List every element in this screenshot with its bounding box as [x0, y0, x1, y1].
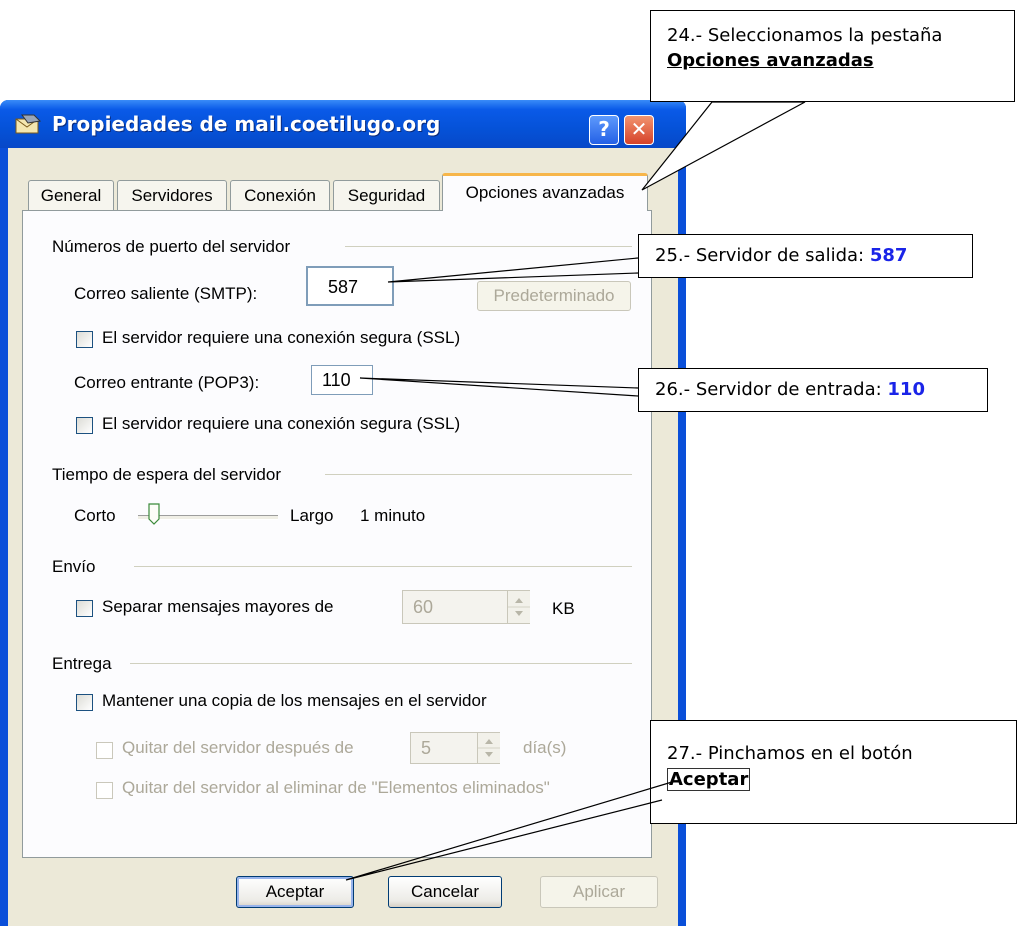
tab-conexion[interactable]: Conexión	[230, 180, 330, 210]
smtp-label: Correo saliente (SMTP):	[74, 284, 258, 303]
callout-step-26: 26.- Servidor de entrada: 110	[638, 368, 988, 412]
ports-separator	[345, 246, 632, 247]
ok-button[interactable]: Aceptar	[236, 876, 354, 908]
mail-envelope-icon	[14, 113, 42, 135]
ports-group-title: Números de puerto del servidor	[52, 237, 291, 256]
apply-button[interactable]: Aplicar	[540, 876, 658, 908]
timeout-group-title: Tiempo de espera del servidor	[52, 465, 281, 484]
callout-step-25: 25.- Servidor de salida: 587	[638, 234, 973, 278]
remove-after-checkbox[interactable]	[96, 742, 113, 759]
timeout-long-label: Largo	[290, 506, 334, 525]
callout-27-text: 27.- Pinchamos en el botón	[667, 743, 913, 764]
default-ports-button[interactable]: Predeterminado	[477, 281, 631, 311]
split-messages-label: Separar mensajes mayores de	[102, 597, 334, 616]
timeout-slider-thumb[interactable]	[148, 503, 160, 525]
split-size-spinner[interactable]	[507, 591, 530, 623]
tab-seguridad[interactable]: Seguridad	[333, 180, 440, 210]
close-button[interactable]: ✕	[624, 115, 654, 145]
callout-step-24: 24.- Seleccionamos la pestaña Opciones a…	[650, 10, 1015, 102]
keep-copy-checkbox[interactable]	[76, 694, 93, 711]
callout-25-value: 587	[869, 245, 908, 266]
split-size-unit: KB	[552, 599, 575, 618]
tab-opciones-avanzadas[interactable]: Opciones avanzadas	[442, 173, 648, 211]
pop3-port-input[interactable]: 110	[311, 365, 373, 395]
callout-25-text: 25.- Servidor de salida:	[655, 245, 870, 266]
callout-24-text: 24.- Seleccionamos la pestaña	[667, 25, 943, 46]
ssl-pop3-checkbox[interactable]	[76, 417, 93, 434]
tab-servidores[interactable]: Servidores	[117, 180, 227, 210]
remove-deleted-label: Quitar del servidor al eliminar de "Elem…	[122, 778, 550, 797]
timeout-value: 1 minuto	[360, 506, 426, 525]
window-title: Propiedades de mail.coetilugo.org	[52, 112, 441, 136]
smtp-port-input[interactable]: 587	[306, 266, 394, 306]
keep-copy-label: Mantener una copia de los mensajes en el…	[102, 691, 487, 710]
split-messages-checkbox[interactable]	[76, 600, 93, 617]
ssl-smtp-checkbox[interactable]	[76, 331, 93, 348]
delivery-group-title: Entrega	[52, 654, 112, 673]
cancel-button[interactable]: Cancelar	[388, 876, 502, 908]
pop3-label: Correo entrante (POP3):	[74, 373, 260, 392]
remove-after-days-unit: día(s)	[523, 738, 567, 757]
timeout-separator	[325, 474, 632, 475]
timeout-short-label: Corto	[74, 506, 116, 525]
callout-step-27: 27.- Pinchamos en el botón Aceptar	[650, 720, 1017, 824]
help-button[interactable]: ?	[589, 115, 619, 145]
remove-after-label: Quitar del servidor después de	[122, 738, 354, 757]
ssl-smtp-label: El servidor requiere una conexión segura…	[102, 328, 461, 347]
callout-24-bold: Opciones avanzadas	[667, 50, 874, 71]
callout-26-text: 26.- Servidor de entrada:	[655, 379, 888, 400]
remove-deleted-checkbox[interactable]	[96, 782, 113, 799]
callout-27-bold: Aceptar	[667, 768, 751, 791]
ssl-pop3-label: El servidor requiere una conexión segura…	[102, 414, 461, 433]
callout-26-value: 110	[887, 379, 925, 400]
remove-after-days-spinner[interactable]	[477, 733, 500, 763]
sending-separator	[134, 566, 632, 567]
tab-general[interactable]: General	[28, 180, 114, 210]
delivery-separator	[130, 663, 632, 664]
sending-group-title: Envío	[52, 557, 96, 576]
